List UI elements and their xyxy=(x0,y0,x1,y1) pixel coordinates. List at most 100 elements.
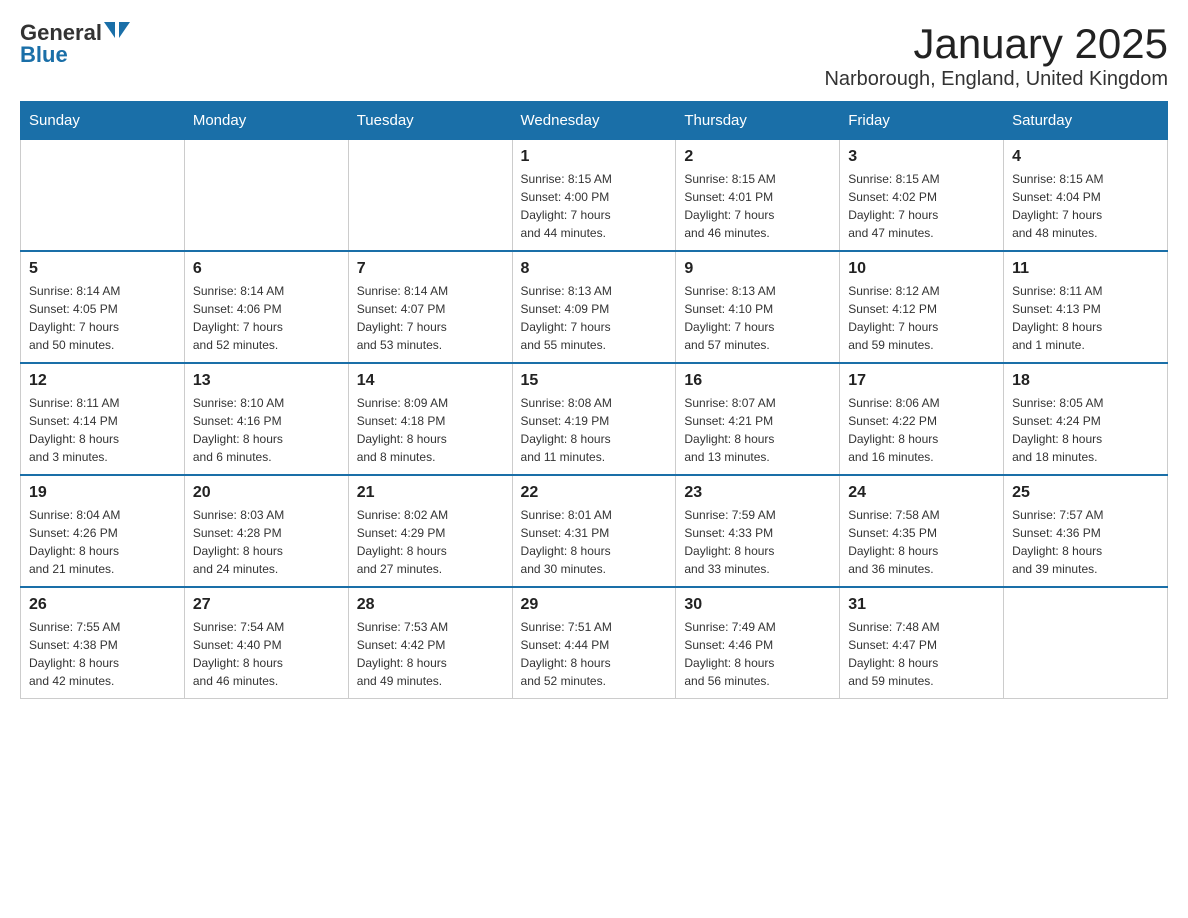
day-header-sunday: Sunday xyxy=(21,102,185,140)
day-info: Sunrise: 8:15 AM Sunset: 4:04 PM Dayligh… xyxy=(1012,170,1159,242)
day-number: 31 xyxy=(848,596,995,614)
day-info: Sunrise: 8:11 AM Sunset: 4:14 PM Dayligh… xyxy=(29,394,176,466)
day-info: Sunrise: 7:53 AM Sunset: 4:42 PM Dayligh… xyxy=(357,618,504,690)
day-info: Sunrise: 7:55 AM Sunset: 4:38 PM Dayligh… xyxy=(29,618,176,690)
day-info: Sunrise: 8:04 AM Sunset: 4:26 PM Dayligh… xyxy=(29,506,176,578)
calendar-week-row: 1Sunrise: 8:15 AM Sunset: 4:00 PM Daylig… xyxy=(21,140,1168,252)
day-info: Sunrise: 7:51 AM Sunset: 4:44 PM Dayligh… xyxy=(521,618,668,690)
day-info: Sunrise: 8:03 AM Sunset: 4:28 PM Dayligh… xyxy=(193,506,340,578)
day-number: 4 xyxy=(1012,148,1159,166)
calendar-cell: 19 Sunrise: 8:04 AM Sunset: 4:26 PM Dayli… xyxy=(21,475,185,587)
day-info: Sunrise: 8:05 AM Sunset: 4:24 PM Dayligh… xyxy=(1012,394,1159,466)
day-info: Sunrise: 8:13 AM Sunset: 4:10 PM Dayligh… xyxy=(684,282,831,354)
page-title: January 2025 xyxy=(824,20,1168,68)
day-info: Sunrise: 7:57 AM Sunset: 4:36 PM Dayligh… xyxy=(1012,506,1159,578)
calendar-cell xyxy=(348,140,512,252)
calendar-cell: 9 Sunrise: 8:13 AM Sunset: 4:10 PM Daylig… xyxy=(676,251,840,363)
calendar-cell: 31 Sunrise: 7:48 AM Sunset: 4:47 PM Dayli… xyxy=(840,587,1004,699)
day-number: 27 xyxy=(193,596,340,614)
logo-blue: Blue xyxy=(20,42,68,68)
calendar-cell: 30 Sunrise: 7:49 AM Sunset: 4:46 PM Dayli… xyxy=(676,587,840,699)
calendar-cell: 1Sunrise: 8:15 AM Sunset: 4:00 PM Daylig… xyxy=(512,140,676,252)
day-header-thursday: Thursday xyxy=(676,102,840,140)
day-info: Sunrise: 8:01 AM Sunset: 4:31 PM Dayligh… xyxy=(521,506,668,578)
day-number: 26 xyxy=(29,596,176,614)
day-info: Sunrise: 8:11 AM Sunset: 4:13 PM Dayligh… xyxy=(1012,282,1159,354)
calendar-week-row: 19 Sunrise: 8:04 AM Sunset: 4:26 PM Dayli… xyxy=(21,475,1168,587)
day-number: 28 xyxy=(357,596,504,614)
day-number: 22 xyxy=(521,484,668,502)
calendar-cell: 20 Sunrise: 8:03 AM Sunset: 4:28 PM Dayli… xyxy=(184,475,348,587)
calendar-cell: 14Sunrise: 8:09 AM Sunset: 4:18 PM Dayli… xyxy=(348,363,512,475)
day-info: Sunrise: 7:48 AM Sunset: 4:47 PM Dayligh… xyxy=(848,618,995,690)
calendar-week-row: 12 Sunrise: 8:11 AM Sunset: 4:14 PM Dayli… xyxy=(21,363,1168,475)
day-number: 30 xyxy=(684,596,831,614)
day-number: 11 xyxy=(1012,260,1159,278)
day-number: 8 xyxy=(521,260,668,278)
day-number: 3 xyxy=(848,148,995,166)
logo: General Blue xyxy=(20,20,130,68)
day-number: 29 xyxy=(521,596,668,614)
day-info: Sunrise: 7:49 AM Sunset: 4:46 PM Dayligh… xyxy=(684,618,831,690)
page-subtitle: Narborough, England, United Kingdom xyxy=(824,68,1168,91)
calendar-cell: 3Sunrise: 8:15 AM Sunset: 4:02 PM Daylig… xyxy=(840,140,1004,252)
day-header-saturday: Saturday xyxy=(1004,102,1168,140)
day-info: Sunrise: 8:02 AM Sunset: 4:29 PM Dayligh… xyxy=(357,506,504,578)
calendar-cell: 7Sunrise: 8:14 AM Sunset: 4:07 PM Daylig… xyxy=(348,251,512,363)
day-number: 19 xyxy=(29,484,176,502)
day-number: 13 xyxy=(193,372,340,390)
day-number: 6 xyxy=(193,260,340,278)
day-number: 2 xyxy=(684,148,831,166)
calendar-cell: 13Sunrise: 8:10 AM Sunset: 4:16 PM Dayli… xyxy=(184,363,348,475)
calendar-cell: 27Sunrise: 7:54 AM Sunset: 4:40 PM Dayli… xyxy=(184,587,348,699)
calendar-cell: 6Sunrise: 8:14 AM Sunset: 4:06 PM Daylig… xyxy=(184,251,348,363)
calendar-cell: 2Sunrise: 8:15 AM Sunset: 4:01 PM Daylig… xyxy=(676,140,840,252)
calendar-cell: 5 Sunrise: 8:14 AM Sunset: 4:05 PM Daylig… xyxy=(21,251,185,363)
calendar-cell: 24Sunrise: 7:58 AM Sunset: 4:35 PM Dayli… xyxy=(840,475,1004,587)
day-number: 14 xyxy=(357,372,504,390)
day-header-friday: Friday xyxy=(840,102,1004,140)
day-info: Sunrise: 8:14 AM Sunset: 4:05 PM Dayligh… xyxy=(29,282,176,354)
day-number: 16 xyxy=(684,372,831,390)
day-number: 24 xyxy=(848,484,995,502)
day-number: 12 xyxy=(29,372,176,390)
calendar-week-row: 26 Sunrise: 7:55 AM Sunset: 4:38 PM Dayli… xyxy=(21,587,1168,699)
day-info: Sunrise: 8:06 AM Sunset: 4:22 PM Dayligh… xyxy=(848,394,995,466)
day-number: 18 xyxy=(1012,372,1159,390)
calendar-cell: 16 Sunrise: 8:07 AM Sunset: 4:21 PM Dayli… xyxy=(676,363,840,475)
day-number: 20 xyxy=(193,484,340,502)
calendar-cell: 26 Sunrise: 7:55 AM Sunset: 4:38 PM Dayli… xyxy=(21,587,185,699)
calendar-cell: 4 Sunrise: 8:15 AM Sunset: 4:04 PM Daylig… xyxy=(1004,140,1168,252)
page-header: General Blue January 2025 Narborough, En… xyxy=(20,20,1168,91)
day-number: 15 xyxy=(521,372,668,390)
day-info: Sunrise: 8:15 AM Sunset: 4:00 PM Dayligh… xyxy=(521,170,668,242)
day-info: Sunrise: 7:59 AM Sunset: 4:33 PM Dayligh… xyxy=(684,506,831,578)
calendar-cell: 12 Sunrise: 8:11 AM Sunset: 4:14 PM Dayli… xyxy=(21,363,185,475)
day-info: Sunrise: 8:13 AM Sunset: 4:09 PM Dayligh… xyxy=(521,282,668,354)
day-number: 23 xyxy=(684,484,831,502)
day-info: Sunrise: 8:12 AM Sunset: 4:12 PM Dayligh… xyxy=(848,282,995,354)
day-number: 10 xyxy=(848,260,995,278)
day-number: 21 xyxy=(357,484,504,502)
calendar-cell: 23 Sunrise: 7:59 AM Sunset: 4:33 PM Dayli… xyxy=(676,475,840,587)
day-number: 25 xyxy=(1012,484,1159,502)
calendar-cell: 15 Sunrise: 8:08 AM Sunset: 4:19 PM Dayli… xyxy=(512,363,676,475)
calendar-cell: 10 Sunrise: 8:12 AM Sunset: 4:12 PM Dayli… xyxy=(840,251,1004,363)
day-number: 9 xyxy=(684,260,831,278)
day-info: Sunrise: 8:08 AM Sunset: 4:19 PM Dayligh… xyxy=(521,394,668,466)
day-number: 7 xyxy=(357,260,504,278)
day-info: Sunrise: 8:07 AM Sunset: 4:21 PM Dayligh… xyxy=(684,394,831,466)
day-number: 5 xyxy=(29,260,176,278)
calendar-table: SundayMondayTuesdayWednesdayThursdayFrid… xyxy=(20,101,1168,699)
calendar-cell: 8 Sunrise: 8:13 AM Sunset: 4:09 PM Daylig… xyxy=(512,251,676,363)
calendar-cell xyxy=(21,140,185,252)
calendar-cell: 18 Sunrise: 8:05 AM Sunset: 4:24 PM Dayli… xyxy=(1004,363,1168,475)
calendar-cell: 11 Sunrise: 8:11 AM Sunset: 4:13 PM Dayli… xyxy=(1004,251,1168,363)
day-header-monday: Monday xyxy=(184,102,348,140)
day-header-wednesday: Wednesday xyxy=(512,102,676,140)
calendar-cell xyxy=(1004,587,1168,699)
day-header-tuesday: Tuesday xyxy=(348,102,512,140)
calendar-week-row: 5 Sunrise: 8:14 AM Sunset: 4:05 PM Daylig… xyxy=(21,251,1168,363)
calendar-cell xyxy=(184,140,348,252)
calendar-cell: 29 Sunrise: 7:51 AM Sunset: 4:44 PM Dayli… xyxy=(512,587,676,699)
